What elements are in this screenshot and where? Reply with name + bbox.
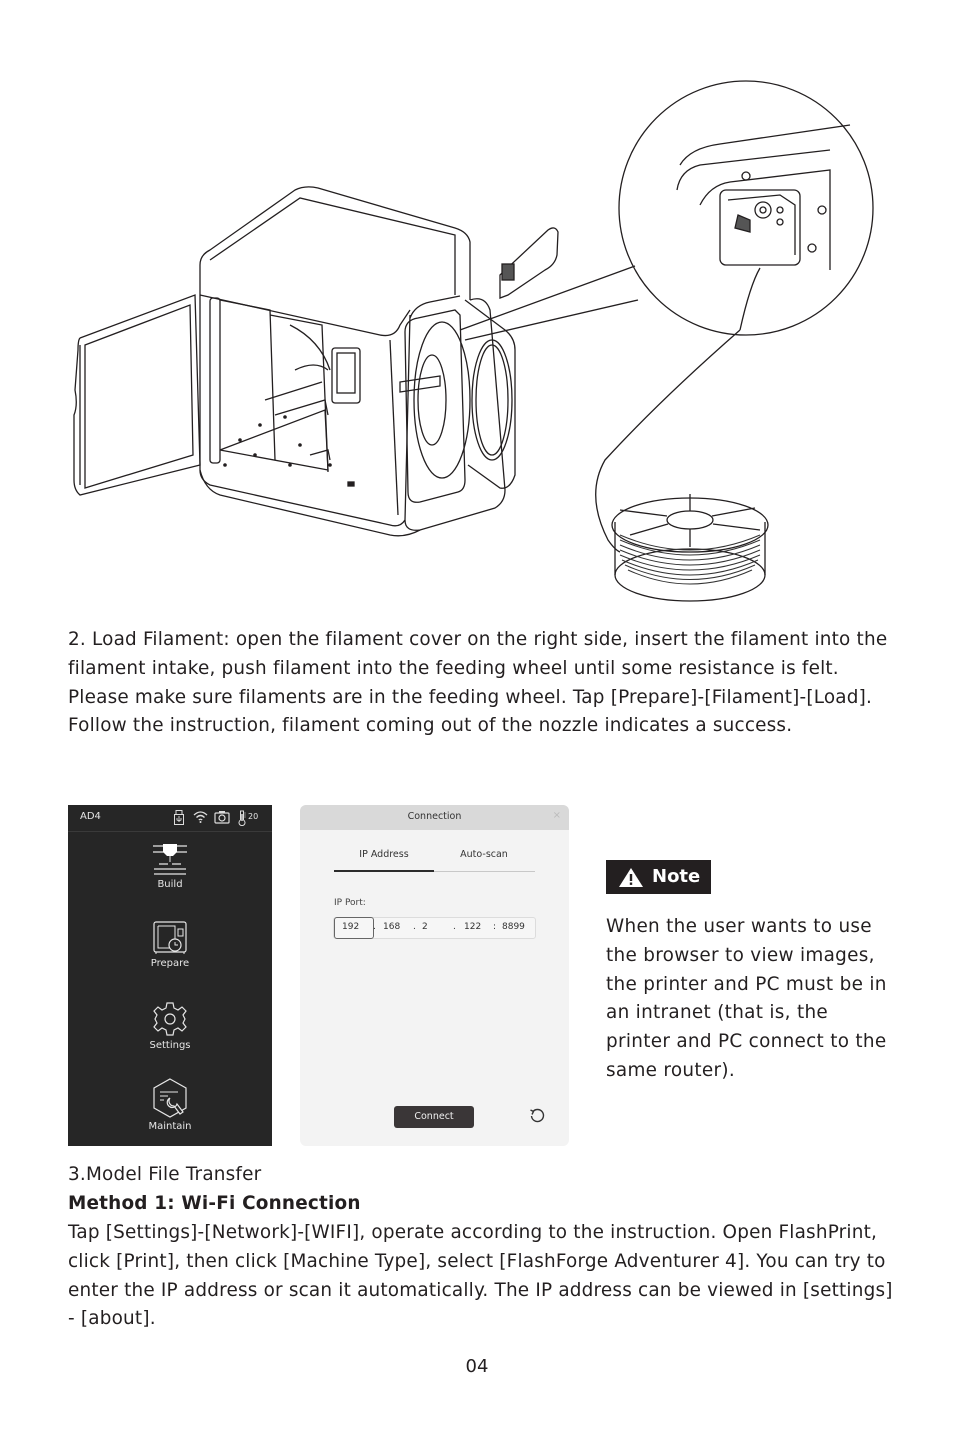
usb-icon xyxy=(174,810,184,825)
close-icon[interactable]: × xyxy=(553,810,561,821)
prepare-icon xyxy=(153,921,187,954)
ip-port[interactable]: 8899 xyxy=(502,922,525,932)
extruder-detail-drawing xyxy=(618,80,874,336)
printer-illustration xyxy=(73,80,874,602)
status-bar: AD4 20 xyxy=(68,805,272,832)
printer-body-drawing xyxy=(73,186,639,537)
warning-icon xyxy=(619,868,643,887)
note-label: Note xyxy=(652,866,701,887)
dialog-title: Connection xyxy=(407,811,462,822)
note-badge: Note xyxy=(606,860,711,894)
refresh-icon[interactable] xyxy=(529,1108,545,1124)
menu-item-settings[interactable]: Settings xyxy=(68,1001,272,1051)
connection-dialog: Connection × IP Address Auto-scan IP Por… xyxy=(300,805,569,1146)
section-title-model-file-transfer: 3.Model File Transfer xyxy=(68,1164,262,1185)
thermometer-icon xyxy=(238,810,246,826)
transfer-instructions: Tap [Settings]-[Network]-[WIFI], operate… xyxy=(68,1222,893,1330)
camera-icon xyxy=(214,811,230,824)
ip-segment-1[interactable]: 192 xyxy=(342,922,359,932)
menu-item-prepare[interactable]: Prepare xyxy=(68,921,272,969)
note-text: When the user wants to use the browser t… xyxy=(606,916,887,1081)
ip-dot: . xyxy=(413,922,416,932)
method-heading: Method 1: Wi-Fi Connection xyxy=(68,1193,361,1214)
temperature-readout: 20 xyxy=(248,812,259,821)
ip-port-label: IP Port: xyxy=(334,898,366,908)
maintain-icon xyxy=(153,1078,187,1118)
gear-icon xyxy=(153,1002,187,1036)
ip-segment-3[interactable]: 2 xyxy=(422,922,428,932)
menu-label-prepare: Prepare xyxy=(150,958,190,969)
menu-label-build: Build xyxy=(157,879,183,890)
active-tab-indicator xyxy=(334,870,434,872)
ip-dot: . xyxy=(373,922,376,932)
tab-auto-scan[interactable]: Auto-scan xyxy=(434,849,534,860)
ip-address-input[interactable]: 192 . 168 . 2 . 122 : 8899 xyxy=(333,917,536,939)
ip-dot: . xyxy=(453,922,456,932)
device-name: AD4 xyxy=(80,811,101,822)
filament-spool-drawing xyxy=(595,329,769,602)
load-filament-instructions: 2. Load Filament: open the filament cove… xyxy=(68,629,888,737)
menu-label-maintain: Maintain xyxy=(148,1121,192,1132)
menu-item-build[interactable]: Build xyxy=(68,842,272,890)
ip-segment-2[interactable]: 168 xyxy=(383,922,400,932)
page-number: 04 xyxy=(465,1356,489,1377)
build-icon xyxy=(153,844,187,875)
dialog-header: Connection × xyxy=(300,805,569,830)
ip-segment-4[interactable]: 122 xyxy=(464,922,481,932)
tab-ip-address[interactable]: IP Address xyxy=(334,849,434,860)
wifi-icon xyxy=(193,811,208,823)
ip-colon: : xyxy=(493,922,497,932)
menu-item-maintain[interactable]: Maintain xyxy=(68,1078,272,1132)
connect-button[interactable]: Connect xyxy=(394,1106,474,1128)
printer-touchscreen: AD4 20 Build Prepare Settings Maintain xyxy=(68,805,272,1146)
menu-label-settings: Settings xyxy=(149,1040,191,1051)
